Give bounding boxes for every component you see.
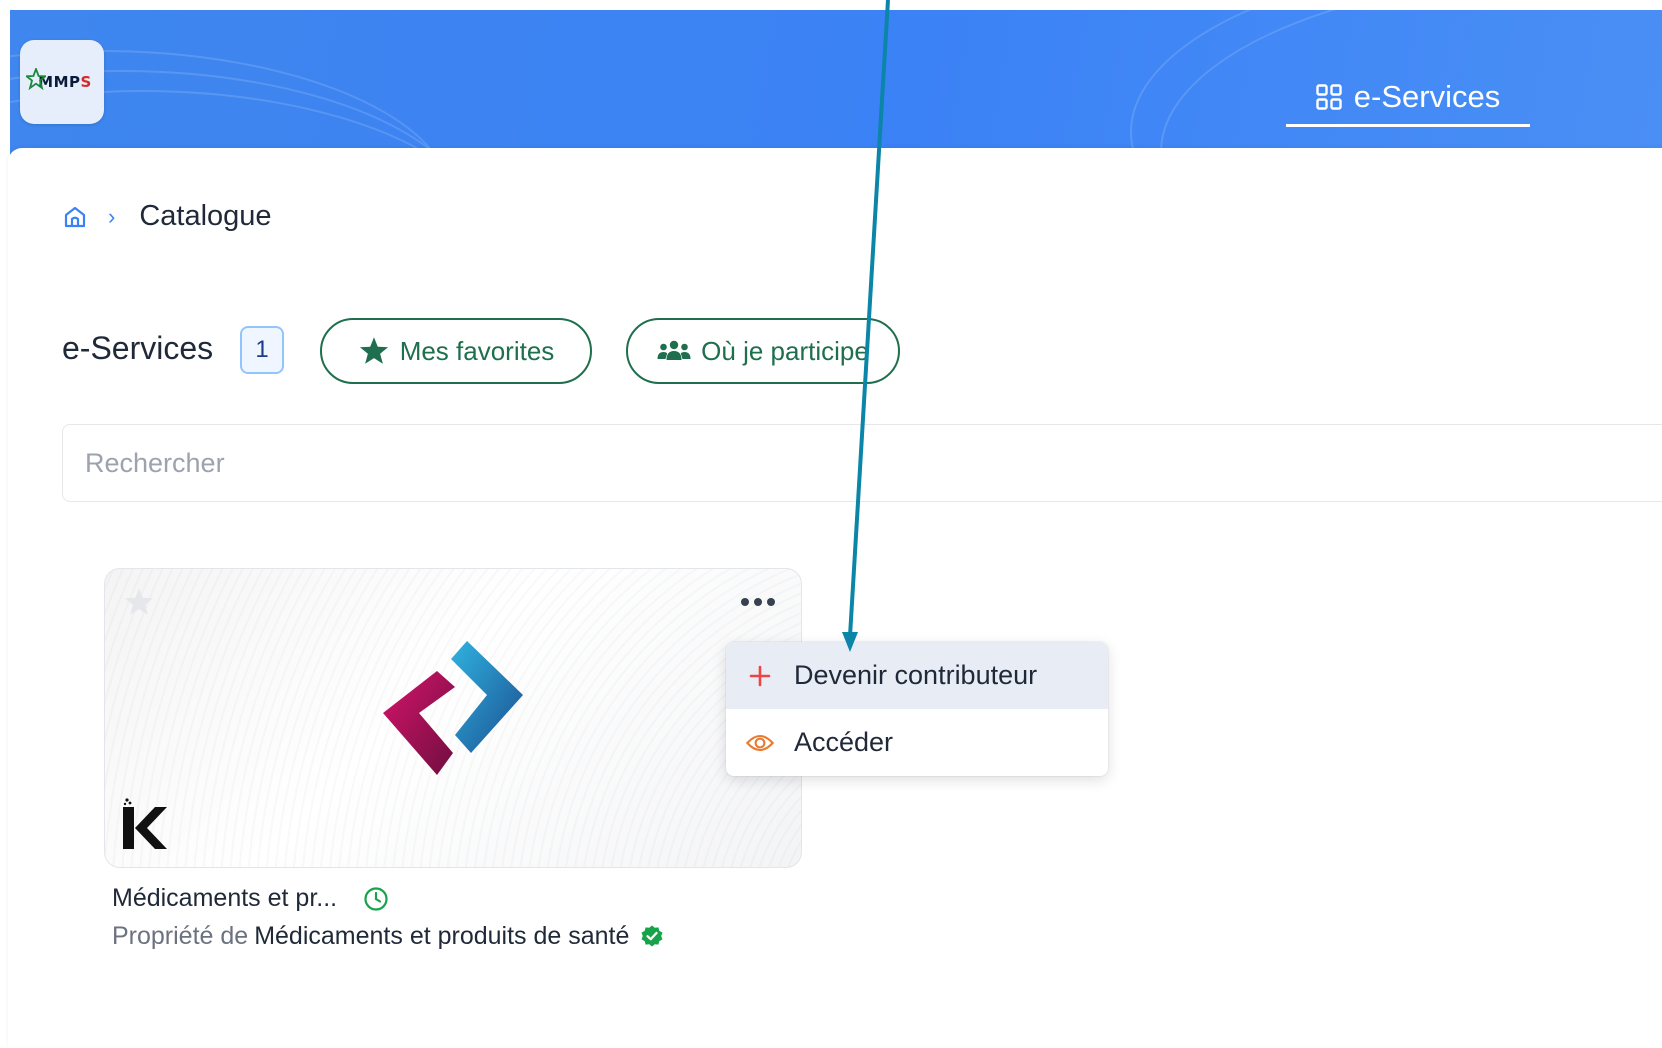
service-card-title[interactable]: Médicaments et pr... <box>112 884 337 913</box>
filter-favorites-label: Mes favorites <box>399 335 555 366</box>
logo-text-accent: S <box>80 73 92 91</box>
more-options-icon[interactable] <box>733 587 783 617</box>
count-badge: 1 <box>240 326 284 374</box>
breadcrumb: › Catalogue <box>62 200 272 233</box>
logo-text: MMPS <box>38 73 92 91</box>
page-title: e-Services <box>62 330 214 366</box>
service-card-owner: Propriété de Médicaments et produits de … <box>112 922 665 951</box>
logo-star-icon <box>26 68 46 90</box>
chevron-right-icon: › <box>108 203 116 229</box>
service-logo-icon <box>383 641 523 775</box>
owner-prefix: Propriété de <box>112 922 249 950</box>
menu-item-label: Accéder <box>794 727 894 757</box>
k-brand-icon <box>123 798 167 849</box>
filter-participate-button[interactable]: Où je participe <box>626 318 900 384</box>
menu-item-become-contributor[interactable]: Devenir contributeur <box>726 642 1108 709</box>
grid-icon <box>1316 84 1342 110</box>
menu-item-access[interactable]: Accéder <box>726 709 1108 776</box>
owner-name: Médicaments et produits de santé <box>254 922 630 950</box>
verified-check-icon <box>641 925 663 946</box>
service-card[interactable] <box>104 568 802 868</box>
app-logo[interactable]: MMPS <box>20 40 104 124</box>
users-group-icon <box>657 340 691 360</box>
nav-tab-eservices[interactable]: e-Services <box>1286 70 1530 127</box>
favorite-star-icon[interactable] <box>123 587 155 617</box>
plus-icon <box>746 665 774 687</box>
clock-icon <box>364 886 388 911</box>
eye-icon <box>746 732 774 754</box>
home-icon[interactable] <box>62 204 88 230</box>
top-header-bar: MMPS e-Services <box>10 10 1662 168</box>
nav-tab-label: e-Services <box>1353 79 1501 114</box>
filter-favorites-button[interactable]: Mes favorites <box>320 318 592 384</box>
search-bar <box>62 424 1662 502</box>
card-options-menu: Devenir contributeur Accéder <box>726 642 1108 776</box>
star-icon <box>359 337 388 364</box>
menu-item-label: Devenir contributeur <box>794 660 1038 690</box>
search-input[interactable] <box>85 445 1645 481</box>
breadcrumb-current: Catalogue <box>139 200 272 232</box>
filter-participate-label: Où je participe <box>701 335 869 366</box>
service-card-title-row: Médicaments et pr... <box>112 884 389 913</box>
